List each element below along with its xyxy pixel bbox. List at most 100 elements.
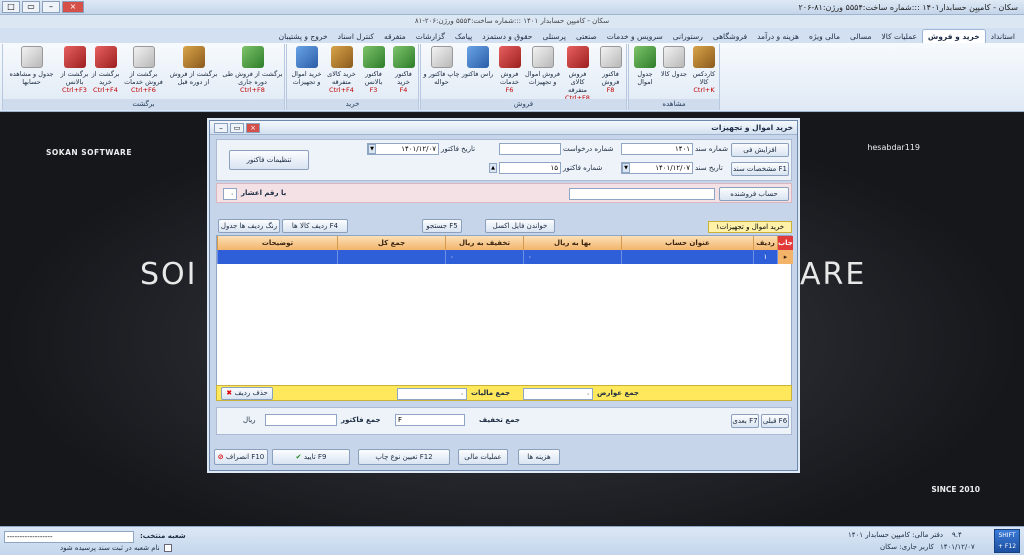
invoice-total-input <box>265 414 337 426</box>
tab-payroll[interactable]: حقوق و دستمزد <box>477 30 537 43</box>
purchase-invoice-button[interactable]: فاکتور خرید F4 <box>389 46 418 98</box>
dialog-close-button[interactable]: × <box>246 122 260 133</box>
assets-table-button[interactable]: جدول اموال <box>631 46 659 98</box>
service-sale-button[interactable]: فروش خدمات F6 <box>495 46 524 98</box>
tab-exit-backup[interactable]: خروج و پشتیبان <box>274 30 333 43</box>
grid-header: جاب ردیف عنوان حساب بها به ریال تخفیف به… <box>217 236 793 250</box>
misc-goods-purchase-button[interactable]: خرید کالای متفرقه Ctrl+F4 <box>325 46 358 98</box>
close-button[interactable]: × <box>62 1 84 13</box>
confirm-button[interactable]: ✔ تایید F9 <box>272 449 350 465</box>
invoice-date-input[interactable]: ۱۴۰۱/۱۲/۰۷ <box>367 143 439 155</box>
ribbon-tabs: استانداد خرید و فروش عملیات کالا مسالی م… <box>0 28 1024 43</box>
tab-store[interactable]: فروشگاهی <box>708 30 752 43</box>
invoice-no-input[interactable]: ۱۵ <box>499 162 561 174</box>
branch-checkbox[interactable] <box>164 544 172 552</box>
request-no-input[interactable] <box>499 143 561 155</box>
seller-account-button[interactable]: حساب فروشنده <box>719 187 789 201</box>
return-purchase-icon <box>94 46 117 68</box>
dialog-maximize-button[interactable]: ▭ <box>230 122 244 133</box>
goods-rows-button[interactable]: ردیف کالا ها F4 <box>282 219 348 233</box>
tab-goods[interactable]: عملیات کالا <box>877 30 922 43</box>
branch-label: شعبه منتخب: <box>140 532 186 540</box>
shift-f12-button[interactable]: SHIFT + F12 <box>994 529 1020 553</box>
invoice-settings-button[interactable]: تنظیمات فاکتور <box>229 150 309 170</box>
header-panel: افزایش فی مشخصات سند F1 شماره سند ۱۴۰۱ ت… <box>216 139 792 181</box>
window-title: سکان - کامپیِن حسابدار۱۴۰۱ :::شماره ساخت… <box>798 2 1018 12</box>
tab-costs-income[interactable]: هزینه و درآمد <box>752 30 804 43</box>
balance-invoice-button[interactable]: فاکتور بالانس F3 <box>359 46 388 98</box>
restore-button[interactable]: □ <box>2 1 20 13</box>
tax-input: ۰ <box>397 388 467 400</box>
tab-standard[interactable]: استانداد <box>986 30 1020 43</box>
ribbon-group-sales: فاکتور فروش F8 فروش کالای متفرقه Ctrl+F8… <box>420 44 627 110</box>
increase-fee-button[interactable]: افزایش فی <box>731 143 789 157</box>
print-invoice-button[interactable]: چاپ فاکتور و حواله <box>423 46 460 98</box>
tab-special-financial[interactable]: مالی ویژه <box>804 30 845 43</box>
return-sale-prev-button[interactable]: برگشت از فروش از دوره قبل <box>167 46 220 98</box>
return-purchase-button[interactable]: برگشت از خرید Ctrl+F4 <box>91 46 120 98</box>
tab-personnel[interactable]: پرسنلی <box>537 30 571 43</box>
financial-ops-button[interactable]: عملیات مالی <box>458 449 508 465</box>
tab-financial[interactable]: مسالی <box>845 30 877 43</box>
next-button[interactable]: بعدی F7 <box>731 414 759 428</box>
purchase-assets-dialog: خرید اموال و تجهیزات – ▭ × افزایش فی مشخ… <box>209 120 798 471</box>
request-no-label: شماره درخواست <box>563 145 614 153</box>
tab-industrial[interactable]: صنعتی <box>571 30 602 43</box>
misc-goods-sale-button[interactable]: فروش کالای متفرقه Ctrl+F8 <box>561 46 594 102</box>
tab-reports[interactable]: گزارشات <box>411 30 450 43</box>
tab-doc-control[interactable]: کنترل اسناد <box>333 30 379 43</box>
sub-tab-label[interactable]: خرید اموال و تجهیزات۱ <box>708 221 792 233</box>
delete-row-button[interactable]: ✖ حذف ردیف <box>221 387 273 400</box>
doc-no-input[interactable]: ۱۴۰۱ <box>621 143 693 155</box>
cancel-button[interactable]: ⊘ انصراف F10 <box>214 449 268 465</box>
invoice-date-label: تاریخ فاکتور <box>441 145 476 153</box>
kardex-button[interactable]: کاردکس کالا Ctrl+K <box>689 46 719 98</box>
tab-buy-sell[interactable]: خرید و فروش <box>921 29 986 43</box>
tab-restaurant[interactable]: رستورانی <box>668 30 708 43</box>
ribbon: کاردکس کالا Ctrl+K جدول کالا جدول اموال … <box>0 43 1024 112</box>
branch-select[interactable]: ------------------ <box>4 531 134 543</box>
col-select-header: جاب <box>777 236 793 250</box>
row-color-button[interactable]: رنگ ردیف ها جدول <box>218 219 280 233</box>
goods-table-button[interactable]: جدول کالا <box>660 46 688 98</box>
company-label: دفتر مالی: کامپیِن حسابدار ۱۴۰۱ <box>848 531 944 539</box>
invoice-tools-button[interactable]: راس فاکتور <box>461 46 494 98</box>
float-input[interactable]: ۰ <box>223 188 237 200</box>
tax-label: جمع مالیات <box>471 389 511 397</box>
row-account-cell[interactable] <box>621 250 753 264</box>
doc-date-label: تاریخ سند <box>695 164 723 172</box>
row-select-cell[interactable]: ▸ <box>777 250 793 264</box>
row-price-cell[interactable]: ۰ <box>523 250 621 264</box>
print-type-button[interactable]: تعیین نوع چاپ F12 <box>358 449 450 465</box>
items-grid[interactable]: جاب ردیف عنوان حساب بها به ریال تخفیف به… <box>216 235 793 387</box>
doc-spec-button[interactable]: مشخصات سند F1 <box>731 162 789 176</box>
tab-sms[interactable]: پیامک <box>450 30 477 43</box>
return-service-button[interactable]: برگشت از فروش خدمات Ctrl+F6 <box>121 46 166 98</box>
minimize-button[interactable]: – <box>42 1 60 13</box>
return-sale-current-button[interactable]: برگشت از فروش طی دوره جاری Ctrl+F8 <box>221 46 284 98</box>
doc-date-input[interactable]: ۱۴۰۱/۱۲/۰۷ <box>621 162 693 174</box>
assets-purchase-button[interactable]: خرید اموال و تجهیزات <box>289 46 324 98</box>
costs-button[interactable]: هزینه ها <box>518 449 560 465</box>
tab-services[interactable]: سرویس و خدمات <box>602 30 668 43</box>
table-row[interactable]: ▸ ۱ ۰ ۰ <box>217 250 793 264</box>
accounts-table-button[interactable]: جدول و مشاهده حسابها <box>5 46 58 98</box>
return-balance-button[interactable]: برگشت از بالانس Ctrl+F3 <box>59 46 90 98</box>
sales-invoice-button[interactable]: فاکتور فروش F8 <box>595 46 626 98</box>
dialog-minimize-button[interactable]: – <box>214 122 228 133</box>
maximize-button[interactable]: ▭ <box>22 1 40 13</box>
discount-total-input: F <box>395 414 465 426</box>
window-controls: □ ▭ – × <box>0 1 84 13</box>
doc-date-dropdown-icon[interactable]: ▼ <box>622 163 630 173</box>
assets-sale-button[interactable]: فروش اموال و تجهیزات <box>525 46 560 98</box>
invoice-date-dropdown-icon[interactable]: ▼ <box>368 144 376 154</box>
seller-input[interactable] <box>569 188 715 200</box>
row-discount-cell[interactable]: ۰ <box>445 250 523 264</box>
row-desc-cell[interactable] <box>217 250 337 264</box>
prev-button[interactable]: قبلی F6 <box>761 414 789 428</box>
doc-no-label: شماره سند <box>695 145 728 153</box>
invoice-no-spin-icon[interactable]: ▲ <box>489 163 497 173</box>
tab-misc[interactable]: متفرقه <box>379 30 411 43</box>
read-excel-button[interactable]: خواندن فایل اکسل <box>485 219 555 233</box>
search-button[interactable]: جستجو F5 <box>422 219 462 233</box>
